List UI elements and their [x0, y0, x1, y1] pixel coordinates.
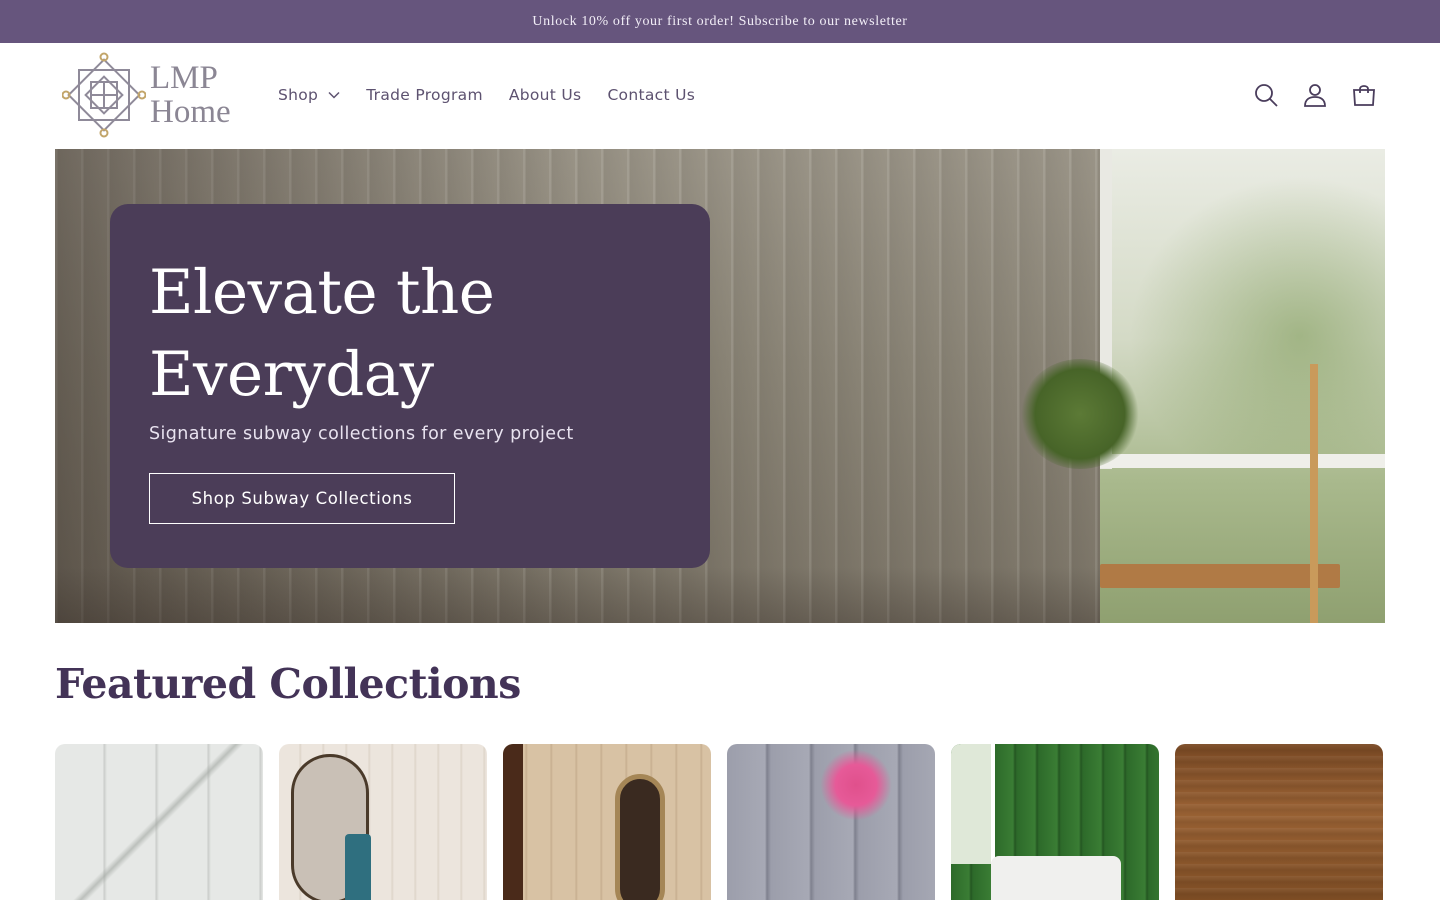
hero-window: [1100, 149, 1385, 623]
window-image: [951, 744, 995, 864]
collection-card-wood-look[interactable]: [1175, 744, 1383, 900]
towel-image: [345, 834, 371, 900]
announcement-text[interactable]: Unlock 10% off your first order! Subscri…: [532, 14, 907, 30]
collection-card-white-picket[interactable]: [55, 744, 263, 900]
collection-card-cream-gloss[interactable]: [279, 744, 487, 900]
account-icon: [1304, 84, 1326, 107]
site-header: LMP Home Shop Trade Program About Us Con…: [0, 43, 1440, 149]
logo-emblem-icon: [62, 52, 146, 138]
hero-title: Elevate the Everyday: [149, 257, 495, 410]
hero-floor-shadow: [55, 567, 1100, 623]
nav-item-shop-label: Shop: [278, 86, 319, 104]
main-nav: Shop Trade Program About Us Contact Us: [278, 86, 721, 104]
hero-shower-fixture: [1310, 364, 1318, 623]
search-icon: [1255, 84, 1278, 107]
collection-card-beige-stack[interactable]: [503, 744, 711, 900]
shop-subway-collections-button[interactable]: Shop Subway Collections: [149, 473, 455, 524]
search-button[interactable]: [1252, 81, 1280, 109]
cart-button[interactable]: [1350, 81, 1378, 109]
hero-plant: [1020, 359, 1140, 469]
logo-line-1: LMP: [150, 60, 218, 96]
header-icons: [1231, 81, 1378, 109]
site-logo[interactable]: LMP Home: [62, 52, 231, 138]
hero-shelf: [1100, 564, 1340, 588]
collection-card-green-zellige[interactable]: [951, 744, 1159, 900]
wall-panel-image: [503, 744, 523, 900]
cart-icon: [1353, 85, 1375, 106]
featured-collections-list: [55, 744, 1385, 900]
nav-item-shop[interactable]: Shop: [278, 86, 340, 104]
nav-item-contact-us[interactable]: Contact Us: [607, 86, 695, 104]
wood-grain-image: [1175, 744, 1383, 900]
announcement-bar: Unlock 10% off your first order! Subscri…: [0, 0, 1440, 43]
logo-wordmark: LMP Home: [150, 61, 231, 129]
nav-item-trade-program[interactable]: Trade Program: [366, 86, 483, 104]
hero-button-label: Shop Subway Collections: [191, 489, 413, 508]
hero-subtitle: Signature subway collections for every p…: [149, 424, 574, 444]
mirror-image: [615, 774, 665, 900]
orchid-image: [819, 750, 893, 820]
hero-card: Elevate the Everyday Signature subway co…: [110, 204, 710, 568]
collection-card-grey-picket[interactable]: [727, 744, 935, 900]
nav-item-about-us[interactable]: About Us: [509, 86, 582, 104]
chevron-down-icon: [328, 91, 340, 99]
logo-line-2: Home: [150, 94, 231, 130]
featured-collections-title: Featured Collections: [55, 660, 521, 708]
sink-image: [991, 856, 1121, 900]
hero-window-sill: [1100, 454, 1385, 468]
account-button[interactable]: [1301, 81, 1329, 109]
